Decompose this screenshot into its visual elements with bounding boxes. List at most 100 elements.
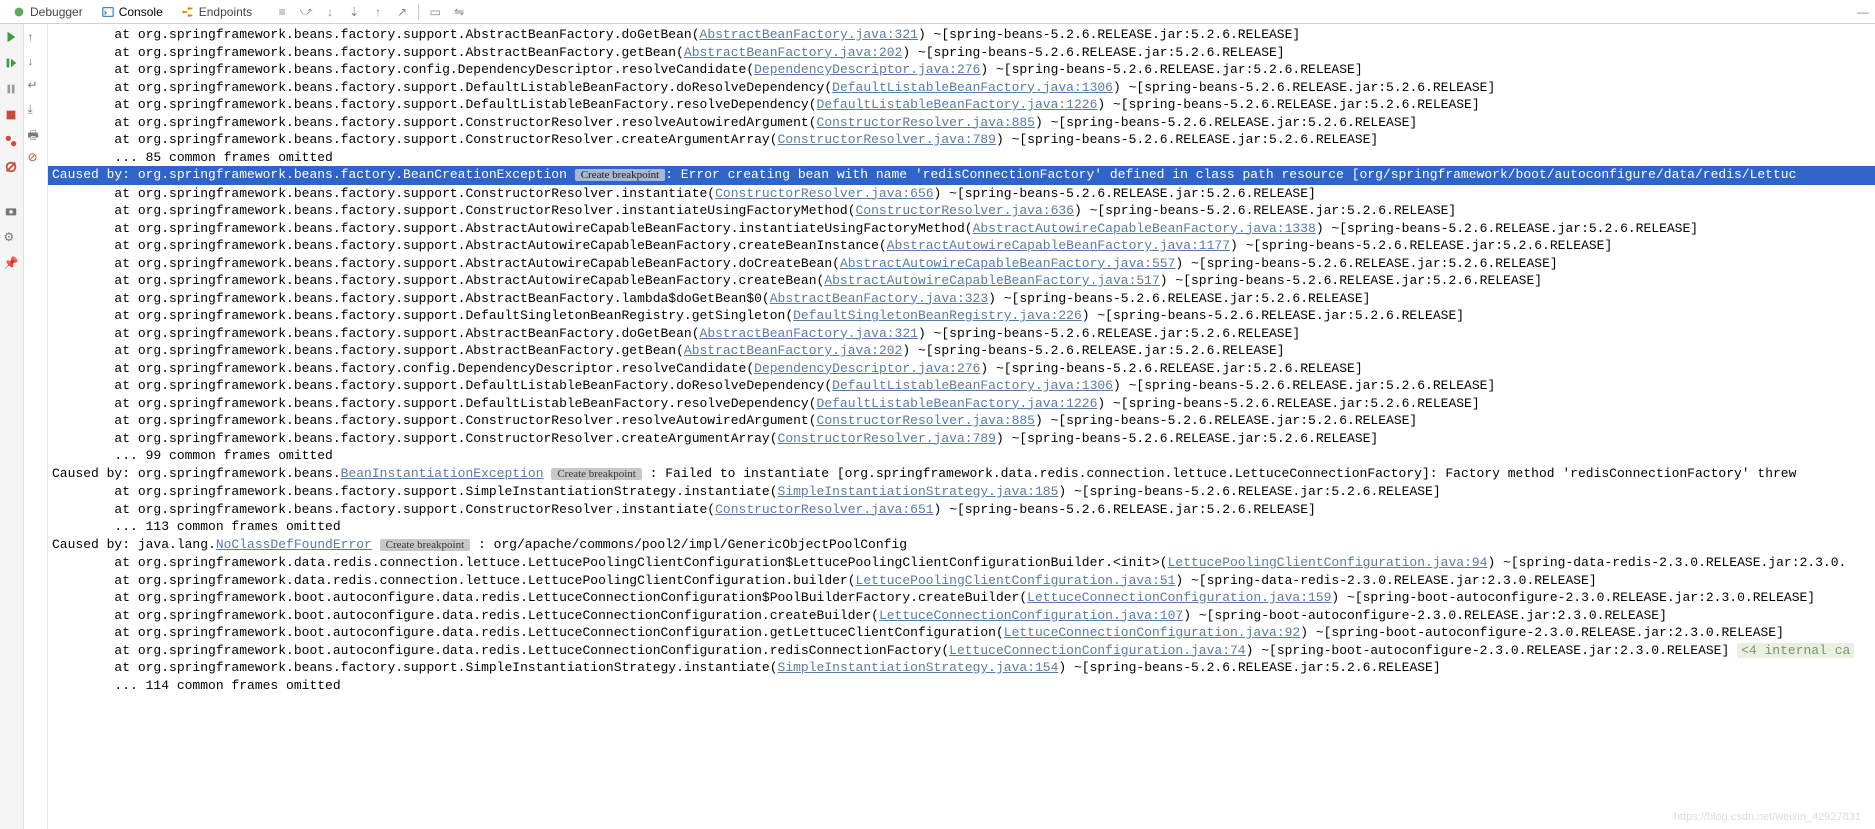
- clear-icon[interactable]: ⊘: [28, 150, 44, 166]
- source-link[interactable]: SimpleInstantiationStrategy.java:185: [778, 484, 1059, 499]
- source-link[interactable]: ConstructorResolver.java:651: [715, 502, 933, 517]
- console-line: at org.springframework.beans.factory.sup…: [48, 185, 1875, 203]
- source-link[interactable]: AbstractBeanFactory.java:202: [684, 45, 902, 60]
- watermark: https://blog.csdn.net/weixin_42927831: [1674, 811, 1861, 823]
- force-step-icon[interactable]: ⇣: [346, 4, 362, 20]
- source-link[interactable]: ConstructorResolver.java:885: [817, 413, 1035, 428]
- resume-icon[interactable]: [4, 56, 20, 72]
- console-line: at org.springframework.beans.factory.sup…: [48, 501, 1875, 519]
- up-icon[interactable]: ↑: [28, 30, 44, 46]
- console-line: at org.springframework.beans.factory.sup…: [48, 325, 1875, 343]
- source-link[interactable]: AbstractAutowireCapableBeanFactory.java:…: [973, 221, 1316, 236]
- source-link[interactable]: AbstractBeanFactory.java:202: [684, 343, 902, 358]
- source-link[interactable]: DefaultListableBeanFactory.java:1226: [817, 97, 1098, 112]
- down-icon[interactable]: ↓: [28, 54, 44, 70]
- console-line: Caused by: org.springframework.beans.Bea…: [48, 465, 1875, 484]
- console-line: at org.springframework.boot.autoconfigur…: [48, 624, 1875, 642]
- tab-label: Debugger: [30, 5, 83, 19]
- console-line: at org.springframework.beans.factory.sup…: [48, 131, 1875, 149]
- source-link[interactable]: ConstructorResolver.java:656: [715, 186, 933, 201]
- source-link[interactable]: NoClassDefFoundError: [216, 537, 372, 552]
- mute-breakpoints-icon[interactable]: [4, 160, 20, 176]
- source-link[interactable]: AbstractAutowireCapableBeanFactory.java:…: [824, 273, 1159, 288]
- wrap-icon[interactable]: ↵: [28, 78, 44, 94]
- console-line: at org.springframework.boot.autoconfigur…: [48, 589, 1875, 607]
- console-line: ... 114 common frames omitted: [48, 677, 1875, 695]
- console-icon: [101, 5, 115, 19]
- settings-icon[interactable]: ⚙: [4, 230, 20, 246]
- evaluate-icon[interactable]: ▭: [427, 4, 443, 20]
- source-link[interactable]: LettuceConnectionConfiguration.java:107: [879, 608, 1183, 623]
- source-link[interactable]: ConstructorResolver.java:789: [778, 132, 996, 147]
- console-line: at org.springframework.beans.factory.con…: [48, 360, 1875, 378]
- camera-icon[interactable]: [4, 204, 20, 220]
- minimize-icon[interactable]: —: [1855, 4, 1871, 20]
- source-link[interactable]: ConstructorResolver.java:885: [817, 115, 1035, 130]
- source-link[interactable]: BeanInstantiationException: [341, 466, 544, 481]
- rerun-icon[interactable]: [4, 30, 20, 46]
- source-link[interactable]: DefaultListableBeanFactory.java:1306: [832, 378, 1113, 393]
- breakpoints-icon[interactable]: [4, 134, 20, 150]
- console-line: at org.springframework.beans.factory.sup…: [48, 202, 1875, 220]
- console-line: ... 85 common frames omitted: [48, 149, 1875, 167]
- source-link[interactable]: LettucePoolingClientConfiguration.java:5…: [856, 573, 1176, 588]
- console-line: Caused by: org.springframework.beans.fac…: [48, 166, 1875, 185]
- console-line: at org.springframework.boot.autoconfigur…: [48, 607, 1875, 625]
- create-breakpoint-button[interactable]: Create breakpoint: [575, 169, 666, 181]
- source-link[interactable]: DependencyDescriptor.java:276: [754, 361, 980, 376]
- console-line: at org.springframework.beans.factory.sup…: [48, 44, 1875, 62]
- run-to-cursor-icon[interactable]: ↗: [394, 4, 410, 20]
- pin-icon[interactable]: 📌: [4, 256, 20, 272]
- pause-icon[interactable]: [4, 82, 20, 98]
- source-link[interactable]: DefaultSingletonBeanRegistry.java:226: [793, 308, 1082, 323]
- trace-icon[interactable]: ⇋: [451, 4, 467, 20]
- console-line: at org.springframework.beans.factory.sup…: [48, 26, 1875, 44]
- bug-icon: [12, 5, 26, 19]
- source-link[interactable]: AbstractAutowireCapableBeanFactory.java:…: [840, 256, 1175, 271]
- step-over-icon[interactable]: ⤻: [298, 4, 314, 20]
- console-line: at org.springframework.beans.factory.sup…: [48, 290, 1875, 308]
- endpoints-icon: [181, 5, 195, 19]
- console-line: at org.springframework.data.redis.connec…: [48, 572, 1875, 590]
- source-link[interactable]: LettuceConnectionConfiguration.java:74: [949, 643, 1245, 658]
- left-gutter: ⚙ 📌: [0, 24, 24, 829]
- list-icon[interactable]: ≡: [274, 4, 290, 20]
- console-line: at org.springframework.beans.factory.sup…: [48, 483, 1875, 501]
- source-link[interactable]: DependencyDescriptor.java:276: [754, 62, 980, 77]
- tab-console[interactable]: Console: [93, 3, 171, 21]
- console-line: at org.springframework.beans.factory.sup…: [48, 659, 1875, 677]
- console-line: at org.springframework.beans.factory.sup…: [48, 220, 1875, 238]
- console-line: at org.springframework.beans.factory.sup…: [48, 272, 1875, 290]
- source-link[interactable]: DefaultListableBeanFactory.java:1306: [832, 80, 1113, 95]
- folded-frames[interactable]: <4 internal ca: [1737, 643, 1854, 658]
- source-link[interactable]: AbstractBeanFactory.java:321: [700, 326, 918, 341]
- debug-tabs: Debugger Console Endpoints ≡ ⤻ ↓ ⇣ ↑ ↗ ▭…: [0, 0, 1875, 24]
- source-link[interactable]: AbstractBeanFactory.java:321: [700, 27, 918, 42]
- source-link[interactable]: SimpleInstantiationStrategy.java:154: [778, 660, 1059, 675]
- source-link[interactable]: LettuceConnectionConfiguration.java:92: [1004, 625, 1300, 640]
- source-link[interactable]: AbstractAutowireCapableBeanFactory.java:…: [887, 238, 1230, 253]
- source-link[interactable]: DefaultListableBeanFactory.java:1226: [817, 396, 1098, 411]
- create-breakpoint-button[interactable]: Create breakpoint: [380, 539, 471, 551]
- console-line: at org.springframework.beans.factory.sup…: [48, 114, 1875, 132]
- source-link[interactable]: LettuceConnectionConfiguration.java:159: [1027, 590, 1331, 605]
- step-into-icon[interactable]: ↓: [322, 4, 338, 20]
- console-line: at org.springframework.beans.factory.sup…: [48, 255, 1875, 273]
- scroll-end-icon[interactable]: ⤓: [28, 102, 44, 118]
- stop-icon[interactable]: [4, 108, 20, 124]
- print-icon[interactable]: 🖶: [28, 126, 44, 142]
- create-breakpoint-button[interactable]: Create breakpoint: [551, 468, 642, 480]
- tab-label: Endpoints: [199, 5, 252, 19]
- source-link[interactable]: LettucePoolingClientConfiguration.java:9…: [1168, 555, 1488, 570]
- source-link[interactable]: ConstructorResolver.java:636: [856, 203, 1074, 218]
- second-gutter: ↑ ↓ ↵ ⤓ 🖶 ⊘: [24, 24, 48, 829]
- tab-debugger[interactable]: Debugger: [4, 3, 91, 21]
- step-out-icon[interactable]: ↑: [370, 4, 386, 20]
- source-link[interactable]: ConstructorResolver.java:789: [778, 431, 996, 446]
- console-output[interactable]: at org.springframework.beans.factory.sup…: [48, 24, 1875, 829]
- console-line: ... 113 common frames omitted: [48, 518, 1875, 536]
- tab-endpoints[interactable]: Endpoints: [173, 3, 260, 21]
- console-line: at org.springframework.beans.factory.sup…: [48, 342, 1875, 360]
- console-line: at org.springframework.beans.factory.sup…: [48, 377, 1875, 395]
- source-link[interactable]: AbstractBeanFactory.java:323: [770, 291, 988, 306]
